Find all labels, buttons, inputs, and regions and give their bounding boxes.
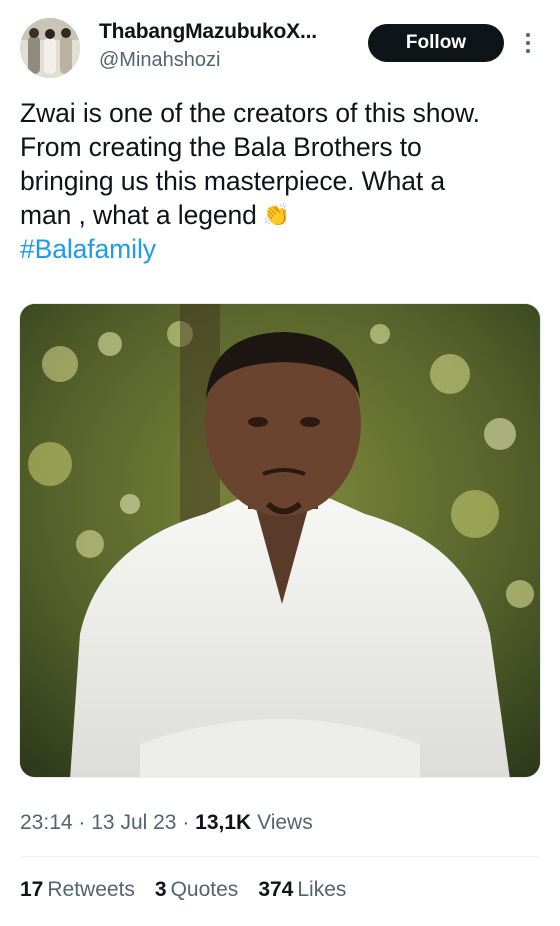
likes-stat[interactable]: 374 Likes (258, 878, 346, 902)
retweets-stat[interactable]: 17 Retweets (20, 878, 135, 902)
dot (526, 33, 530, 37)
tweet-meta: 23:14 · 13 Jul 23 · 13,1K Views (20, 811, 313, 835)
follow-button[interactable]: Follow (368, 24, 504, 62)
retweets-count: 17 (20, 878, 44, 901)
hashtag-link[interactable]: #Balafamily (20, 232, 545, 266)
tweet-date[interactable]: 13 Jul 23 (91, 811, 176, 834)
separator: · (78, 811, 86, 834)
profile-photo-icon (20, 18, 80, 78)
dot (526, 41, 530, 45)
quotes-label: Quotes (170, 878, 239, 901)
quotes-count: 3 (154, 878, 167, 901)
tweet-line: Zwai is one of the creators of this show… (20, 98, 480, 128)
avatar[interactable] (20, 18, 80, 78)
tweet-text: Zwai is one of the creators of this show… (20, 96, 545, 266)
tweet-line-text: man , what a legend (20, 200, 257, 230)
tweet-stats: 17 Retweets 3 Quotes 374 Likes (20, 878, 346, 902)
tweet-line: bringing us this masterpiece. What a (20, 166, 446, 196)
clapping-hands-icon: 👏 (262, 202, 291, 227)
likes-label: Likes (297, 878, 347, 901)
retweets-label: Retweets (47, 878, 135, 901)
dot (526, 49, 530, 53)
likes-count: 374 (258, 878, 294, 901)
quotes-stat[interactable]: 3 Quotes (155, 878, 238, 902)
photo-man-white-shirt-icon (20, 304, 540, 777)
author-handle[interactable]: @Minahshozi (99, 49, 220, 72)
views-count: 13,1K (195, 811, 252, 834)
divider (20, 856, 540, 857)
views-label: Views (257, 811, 313, 834)
tweet-time[interactable]: 23:14 (20, 811, 73, 834)
more-options-icon[interactable] (518, 28, 538, 58)
separator: · (182, 811, 190, 834)
tweet-line-last: man , what a legend 👏 (20, 198, 545, 232)
author-display-name[interactable]: ThabangMazubukoX... (99, 20, 317, 44)
tweet-photo[interactable] (19, 303, 541, 778)
tweet-header: ThabangMazubukoX... @Minahshozi Follow (0, 0, 560, 90)
tweet-line: From creating the Bala Brothers to (20, 132, 422, 162)
